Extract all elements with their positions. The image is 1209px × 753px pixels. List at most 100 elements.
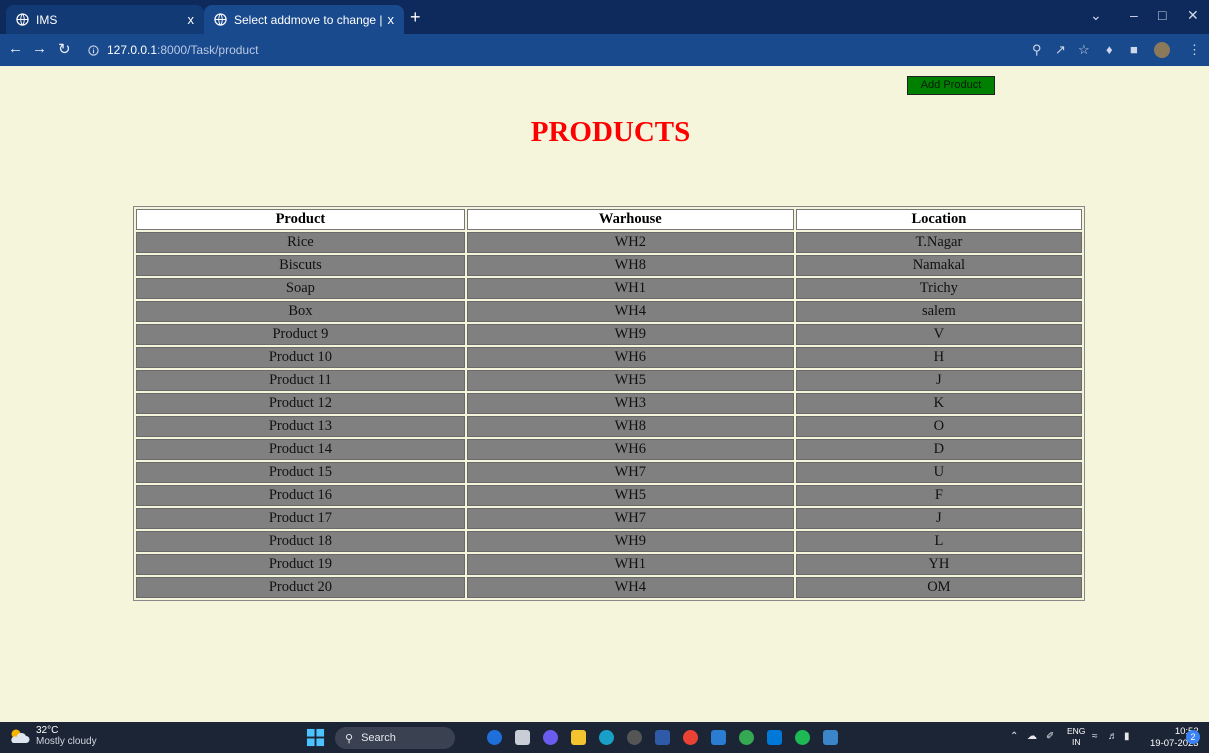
warehouse-cell: WH5 — [466, 370, 794, 391]
location-cell: J — [795, 370, 1082, 391]
new-tab-button[interactable]: + — [410, 7, 421, 27]
warehouse-cell: WH7 — [466, 462, 794, 483]
location-cell: Trichy — [795, 278, 1082, 299]
chrome-active-icon[interactable] — [739, 730, 754, 745]
table-row: Biscuts WH8 Namakal — [136, 255, 1082, 276]
browser-tab-strip: IMS x Select addmove to change | Djan x … — [0, 0, 1209, 34]
table-row: Product 15 WH7 U — [136, 462, 1082, 483]
warehouse-cell: WH2 — [466, 232, 794, 253]
search-icon: ⚲ — [345, 732, 354, 745]
cloud-icon — [11, 729, 30, 743]
url-path: :8000/Task/product — [157, 43, 259, 57]
warehouse-cell: WH4 — [466, 301, 794, 322]
file-explorer-icon[interactable] — [571, 730, 586, 745]
table-row: Product 16 WH5 F — [136, 485, 1082, 506]
tab-django-admin[interactable]: Select addmove to change | Djan x — [204, 5, 404, 34]
bing-chat-icon[interactable] — [487, 730, 502, 745]
table-row: Product 13 WH8 O — [136, 416, 1082, 437]
notification-badge[interactable]: 2 — [1186, 730, 1200, 744]
table-row: Rice WH2 T.Nagar — [136, 232, 1082, 253]
table-row: Product 14 WH6 D — [136, 439, 1082, 460]
search-label: Search — [361, 732, 396, 744]
store-icon[interactable] — [655, 730, 670, 745]
temperature: 32°C — [36, 725, 59, 736]
table-row: Box WH4 salem — [136, 301, 1082, 322]
tab-ims[interactable]: IMS x — [6, 5, 204, 34]
close-window-icon[interactable]: ✕ — [1187, 7, 1199, 24]
product-cell: Product 13 — [136, 416, 465, 437]
pen-icon[interactable]: ✐ — [1046, 731, 1054, 742]
table-row: Product 10 WH6 H — [136, 347, 1082, 368]
table-row: Product 18 WH9 L — [136, 531, 1082, 552]
spotify-icon[interactable] — [795, 730, 810, 745]
warehouse-cell: WH1 — [466, 554, 794, 575]
language-indicator[interactable]: ENG IN — [1067, 726, 1085, 748]
product-cell: Product 9 — [136, 324, 465, 345]
onedrive-icon[interactable]: ☁ — [1027, 731, 1037, 742]
menu-kebab-icon[interactable]: ⋮ — [1188, 42, 1201, 58]
extensions-icon[interactable]: ♦ — [1106, 42, 1113, 57]
warehouse-cell: WH8 — [466, 416, 794, 437]
taskbar: 32°C Mostly cloudy ⚲ Search ⌃ ☁ ✐ ENG IN… — [0, 722, 1209, 753]
page-title: PRODUCTS — [530, 116, 691, 148]
close-icon[interactable]: x — [188, 12, 195, 27]
location-cell: T.Nagar — [795, 232, 1082, 253]
table-row: Product 9 WH9 V — [136, 324, 1082, 345]
warehouse-cell: WH3 — [466, 393, 794, 414]
address-bar[interactable]: 127.0.0.1:8000/Task/product — [88, 38, 1108, 62]
side-panel-icon[interactable]: ■ — [1130, 42, 1138, 57]
location-cell: OM — [795, 577, 1082, 598]
location-cell: H — [795, 347, 1082, 368]
teams-chat-icon[interactable] — [543, 730, 558, 745]
taskbar-search[interactable]: ⚲ Search — [335, 727, 455, 749]
browser-toolbar: ← → ↻ 127.0.0.1:8000/Task/product ⚲ ↗ ☆ … — [0, 34, 1209, 66]
vscode-icon[interactable] — [767, 730, 782, 745]
reload-icon[interactable]: ↻ — [58, 40, 71, 58]
table-header-row: Product Warhouse Location — [136, 209, 1082, 230]
dell-icon[interactable] — [627, 730, 642, 745]
back-arrow-icon[interactable]: ← — [8, 40, 23, 57]
weather-widget[interactable]: 32°C Mostly cloudy — [8, 725, 97, 747]
calculator-icon[interactable] — [711, 730, 726, 745]
language-code: ENG — [1067, 726, 1086, 736]
photos-icon[interactable] — [823, 730, 838, 745]
location-cell: salem — [795, 301, 1082, 322]
wifi-icon[interactable]: ≈ — [1092, 731, 1098, 742]
maximize-icon[interactable]: □ — [1158, 7, 1166, 23]
location-cell: L — [795, 531, 1082, 552]
product-cell: Box — [136, 301, 465, 322]
task-view-icon[interactable] — [515, 730, 530, 745]
location-cell: D — [795, 439, 1082, 460]
chrome-icon[interactable] — [683, 730, 698, 745]
chevron-up-icon[interactable]: ⌃ — [1010, 731, 1018, 742]
share-icon[interactable]: ↗ — [1055, 42, 1066, 58]
close-icon[interactable]: x — [388, 12, 395, 27]
products-table: Product Warhouse Location Rice WH2 T.Nagar… — [133, 206, 1085, 601]
location-cell: O — [795, 416, 1082, 437]
table-row: Product 20 WH4 OM — [136, 577, 1082, 598]
product-cell: Product 10 — [136, 347, 465, 368]
windows-start-icon[interactable] — [306, 728, 325, 747]
location-cell: U — [795, 462, 1082, 483]
edge-icon[interactable] — [599, 730, 614, 745]
volume-icon[interactable]: ♬ — [1108, 731, 1118, 742]
location-cell: V — [795, 324, 1082, 345]
location-cell: Namakal — [795, 255, 1082, 276]
minimize-icon[interactable]: – — [1130, 7, 1138, 23]
product-cell: Rice — [136, 232, 465, 253]
star-icon[interactable]: ☆ — [1078, 42, 1090, 58]
product-cell: Product 15 — [136, 462, 465, 483]
warehouse-cell: WH9 — [466, 531, 794, 552]
table-row: Product 12 WH3 K — [136, 393, 1082, 414]
forward-arrow-icon[interactable]: → — [32, 40, 47, 57]
product-cell: Product 19 — [136, 554, 465, 575]
warehouse-cell: WH4 — [466, 577, 794, 598]
product-cell: Product 18 — [136, 531, 465, 552]
profile-avatar[interactable] — [1154, 42, 1170, 58]
battery-icon[interactable]: ▮ — [1124, 731, 1130, 742]
add-product-button[interactable]: Add Product — [907, 76, 995, 95]
chevron-down-icon[interactable]: ⌄ — [1090, 7, 1102, 24]
info-icon — [88, 44, 99, 56]
warehouse-cell: WH5 — [466, 485, 794, 506]
zoom-icon[interactable]: ⚲ — [1032, 42, 1042, 58]
